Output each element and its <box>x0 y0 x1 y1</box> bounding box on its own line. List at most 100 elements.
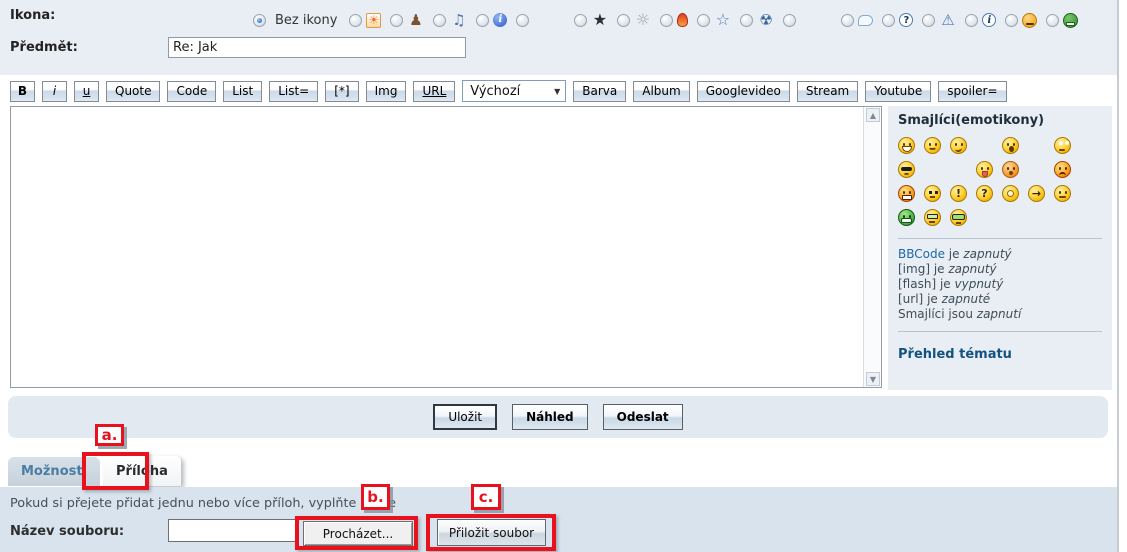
editor-scrollbar[interactable]: ▲ ▼ <box>863 107 881 387</box>
speech-bubble-icon <box>858 14 874 26</box>
scroll-down-icon[interactable]: ▼ <box>866 372 880 386</box>
circle-dots-icon: ☢ <box>759 10 773 29</box>
smiley-mr-green[interactable] <box>898 208 915 226</box>
filename-input[interactable] <box>168 519 299 542</box>
bbcode-quote-button[interactable]: Quote <box>106 80 161 102</box>
post-icon-option-blank-icon-2[interactable] <box>783 12 808 29</box>
post-icon-option-label: Bez ikony <box>275 12 338 28</box>
radio-circle-dots-icon <box>740 13 754 27</box>
attachment-section: Pokud si přejete přidat jednu nebo více … <box>0 487 1117 552</box>
smiley-very-happy[interactable] <box>898 136 915 154</box>
smilies-sidebar: Smajlíci(emotikony) !? → BBCode je zapnut… <box>888 106 1112 390</box>
save-button[interactable]: Uložit <box>433 404 498 430</box>
radio-photo-burst-icon <box>349 13 363 27</box>
post-icon-option-flame-icon[interactable] <box>660 13 689 27</box>
status-subject: [img] <box>898 262 931 276</box>
bbcode-italic-button[interactable]: i <box>42 80 67 102</box>
topic-review-link[interactable]: Přehled tématu <box>898 347 1102 362</box>
bbcode-color-button[interactable]: Barva <box>573 80 627 102</box>
smiley-question[interactable]: ? <box>976 184 993 202</box>
post-icon-option-circle-dots-icon[interactable]: ☢ <box>740 12 774 29</box>
bbcode-underline-button[interactable]: u <box>74 80 99 102</box>
submit-button[interactable]: Odeslat <box>602 404 683 430</box>
blue-star-icon: ☆ <box>715 10 731 29</box>
smiley-shocked[interactable] <box>1002 136 1019 154</box>
bbcode-spoiler-button[interactable]: spoiler= <box>938 80 1007 102</box>
post-icon-option-speech-bubble-icon[interactable] <box>841 13 874 27</box>
black-star-icon: ★ <box>592 10 608 29</box>
smiley-arrow[interactable]: → <box>1028 184 1045 202</box>
post-icon-option-info-circle-icon[interactable]: i <box>965 13 997 27</box>
smiley-twisted-evil[interactable] <box>898 184 915 202</box>
status-subject: Smajlíci <box>898 307 945 321</box>
bbcode-stream-button[interactable]: Stream <box>796 80 859 102</box>
smiley-uber-geek[interactable] <box>950 208 967 226</box>
page-edge-line <box>1117 0 1119 552</box>
smiley-grid: !? → <box>898 133 1102 229</box>
smiley-wink[interactable] <box>950 136 967 154</box>
bbcode-youtube-button[interactable]: Youtube <box>865 80 932 102</box>
bbcode-url-button[interactable]: URL <box>413 80 456 102</box>
bbcode-list-item-button[interactable]: [*] <box>325 80 359 102</box>
status-state: zapnutý <box>948 262 997 276</box>
smiley-smile[interactable] <box>924 136 941 154</box>
radio-orange-smiley-icon <box>1005 13 1019 27</box>
post-icon-option-green-smiley-icon[interactable] <box>1046 12 1079 28</box>
action-button-band: Uložit Náhled Odeslat <box>8 396 1108 438</box>
message-textarea[interactable] <box>11 107 864 387</box>
status-state: vypnutý <box>954 277 1004 291</box>
smiley-geek[interactable] <box>924 208 941 226</box>
font-select[interactable]: Výchozí ▼ <box>462 80 567 102</box>
post-icon-option-blank-icon-1[interactable] <box>516 12 541 29</box>
bbcode-status-line: [img] je zapnutý <box>898 262 997 276</box>
preview-button[interactable]: Náhled <box>512 404 588 430</box>
post-icon-option-music-note-icon[interactable]: ♫ <box>433 12 467 29</box>
smiley-crossed-eyes[interactable] <box>924 184 941 202</box>
bbcode-list-eq-button[interactable]: List= <box>269 80 319 102</box>
flame-icon <box>677 13 689 27</box>
post-icon-option-black-star-icon[interactable]: ★ <box>574 12 608 29</box>
post-icon-option-sun-icon[interactable]: ☼ <box>617 12 651 29</box>
post-editor-page: Ikona: Bez ikony☀♟♫i★☼☆☢?⚠i Předmět: Biu… <box>0 0 1127 552</box>
radio-no-icon <box>253 13 266 27</box>
bbcode-status-line: [flash] je vypnutý <box>898 277 1004 291</box>
chevron-down-icon: ▼ <box>554 86 561 96</box>
bbcode-img-button[interactable]: Img <box>365 80 407 102</box>
smiley-idea[interactable] <box>1002 184 1019 202</box>
smiley-embarrassed[interactable] <box>1002 160 1019 178</box>
bbcode-status-line: BBCode je zapnutý <box>898 247 1012 261</box>
post-icon-option-no-icon[interactable]: Bez ikony <box>253 13 340 28</box>
font-select-value: Výchozí <box>470 83 521 99</box>
smiley-evil[interactable] <box>1054 160 1071 178</box>
post-header-panel: Ikona: Bez ikony ☀ ♟ ♫ i ★ ☼ ☆ ☢? ⚠ i Předmět: <box>0 0 1117 75</box>
post-icon-option-blue-star-icon[interactable]: ☆ <box>697 12 731 29</box>
scroll-up-icon[interactable]: ▲ <box>866 108 880 122</box>
radio-sun-icon <box>617 13 631 27</box>
smiley-exclaim[interactable]: ! <box>950 184 967 202</box>
bbcode-help-link[interactable]: BBCode <box>898 247 945 261</box>
bbcode-list-button[interactable]: List <box>223 80 263 102</box>
browse-button[interactable]: Procházet... <box>303 521 413 546</box>
smiley-razz[interactable] <box>976 160 993 178</box>
post-icon-option-photo-burst-icon[interactable]: ☀ <box>349 12 382 28</box>
radio-blue-star-icon <box>697 13 711 27</box>
bbcode-status-line: [url] je zapnuté <box>898 292 991 306</box>
radio-speech-bubble-icon <box>841 13 855 27</box>
tab-moznosti[interactable]: Možnosti <box>8 457 101 486</box>
post-icon-option-orange-smiley-icon[interactable] <box>1005 12 1038 28</box>
bbcode-code-button[interactable]: Code <box>167 80 217 102</box>
bbcode-bold-button[interactable]: B <box>10 80 35 102</box>
smiley-neutral[interactable] <box>1054 184 1071 202</box>
bbcode-googlevideo-button[interactable]: Googlevideo <box>696 80 790 102</box>
bbcode-status-line: Smajlíci jsou zapnutí <box>898 307 1022 321</box>
tab-priloha[interactable]: Příloha <box>103 456 181 486</box>
subject-input[interactable] <box>168 37 466 58</box>
post-icon-option-question-circle-icon[interactable]: ? <box>882 13 914 27</box>
smiley-cool[interactable] <box>898 160 915 178</box>
attach-file-button[interactable]: Přiložit soubor <box>437 519 546 546</box>
post-icon-option-warning-triangle-icon[interactable]: ⚠ <box>922 12 956 29</box>
post-icon-option-info-ball-icon[interactable]: i <box>476 13 508 27</box>
post-icon-option-pawn-icon[interactable]: ♟ <box>390 12 424 29</box>
smiley-rolleyes[interactable] <box>1054 136 1071 154</box>
bbcode-album-button[interactable]: Album <box>633 80 690 102</box>
